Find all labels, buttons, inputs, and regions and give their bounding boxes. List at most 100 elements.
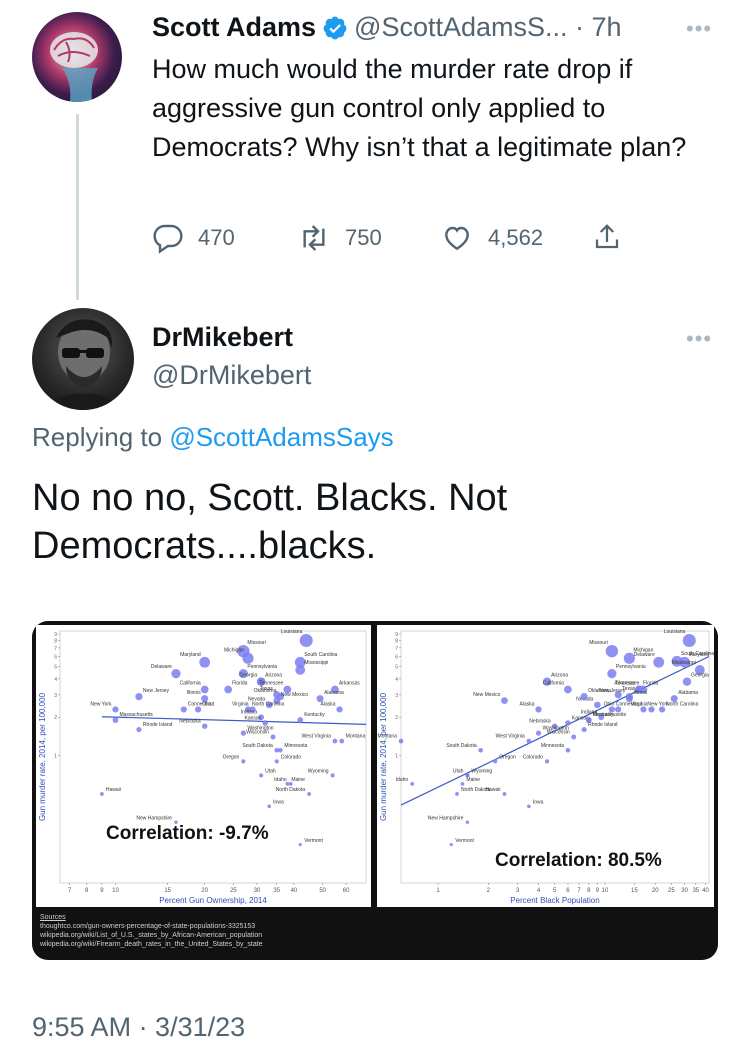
data-point bbox=[526, 738, 532, 744]
more-icon[interactable]: ••• bbox=[686, 326, 712, 352]
data-point bbox=[112, 706, 119, 713]
data-point bbox=[502, 792, 507, 796]
replying-to-link[interactable]: @ScottAdamsSays bbox=[169, 422, 393, 452]
point-label: Mississippi bbox=[672, 660, 696, 666]
x-tick-label: 20 bbox=[652, 888, 659, 894]
attached-image[interactable]: 9 8 7 6 5 4 3 2 1 7 8 9 10 15 20 25 30 35 40 50 60 Louisiana M… bbox=[32, 621, 718, 960]
point-label: Vermont bbox=[304, 838, 323, 844]
point-label: Minnesota bbox=[284, 743, 307, 749]
x-tick-label: 35 bbox=[273, 888, 280, 894]
point-label: Iowa bbox=[273, 800, 284, 806]
x-tick-label: 40 bbox=[291, 888, 298, 894]
point-label: Oregon bbox=[499, 754, 516, 760]
point-label: Louisiana bbox=[281, 629, 303, 635]
avatar-drmikebert[interactable] bbox=[32, 308, 134, 410]
x-tick-label: 1 bbox=[436, 888, 440, 894]
y-axis-title: Gun murder rate, 2014, per 100,000 bbox=[379, 692, 388, 821]
point-label: New Mexico bbox=[473, 692, 500, 698]
point-label: South Dakota bbox=[446, 743, 477, 749]
data-point bbox=[270, 734, 276, 740]
point-label: Maine bbox=[466, 777, 480, 783]
x-tick-label: 6 bbox=[566, 888, 570, 894]
data-point bbox=[493, 759, 498, 764]
x-tick-label: 2 bbox=[487, 888, 491, 894]
author-name[interactable]: DrMikebert bbox=[152, 322, 293, 353]
point-label: New Jersey bbox=[599, 688, 626, 694]
retweet-icon bbox=[303, 225, 325, 251]
x-tick-label: 7 bbox=[577, 888, 581, 894]
data-point bbox=[682, 677, 692, 686]
x-tick-label: 50 bbox=[319, 888, 326, 894]
data-point bbox=[581, 726, 587, 733]
data-point bbox=[135, 693, 143, 701]
reply-button[interactable]: 470 bbox=[152, 222, 235, 254]
y-tick-label: 2 bbox=[395, 715, 398, 721]
data-point bbox=[259, 773, 264, 778]
more-icon[interactable]: ••• bbox=[686, 16, 712, 42]
y-tick-label: 9 bbox=[395, 632, 398, 638]
point-label: Wyoming bbox=[308, 768, 329, 774]
plot-frame bbox=[400, 630, 710, 884]
point-label: Minnesota bbox=[541, 743, 564, 749]
data-point bbox=[330, 773, 335, 778]
thread-line bbox=[76, 114, 79, 300]
x-tick-label: 9 bbox=[100, 888, 104, 894]
data-point bbox=[527, 804, 531, 809]
avatar-scott-adams[interactable] bbox=[32, 12, 122, 102]
point-label: New York bbox=[647, 701, 669, 707]
data-point bbox=[241, 759, 246, 764]
data-point bbox=[594, 701, 601, 709]
point-label: Alabama bbox=[324, 690, 344, 696]
point-label: Ohio bbox=[604, 701, 615, 707]
point-label: Oregon bbox=[223, 754, 240, 760]
y-tick-label: 5 bbox=[54, 665, 57, 671]
point-label: Georgia bbox=[239, 672, 257, 678]
point-label: South Carolina bbox=[304, 652, 337, 658]
retweet-button[interactable]: 750 bbox=[297, 222, 382, 254]
data-point bbox=[199, 656, 211, 668]
y-tick-label: 8 bbox=[395, 639, 398, 645]
point-label: Mississippi bbox=[304, 660, 328, 666]
replying-to: Replying to @ScottAdamsSays bbox=[32, 422, 394, 453]
y-tick-label: 6 bbox=[54, 654, 57, 660]
tweet1-text: How much would the murder rate drop if a… bbox=[152, 54, 687, 162]
point-label: Missouri bbox=[589, 640, 608, 646]
chart-black-population: 9876543211 2 3 4 5 6 7 8 9 10 15 20 25 30 35 40Missouri… bbox=[378, 629, 714, 905]
author-name[interactable]: Scott Adams bbox=[152, 12, 316, 43]
tweet-timestamp[interactable]: 9:55 AM · 3/31/23 bbox=[32, 1012, 245, 1043]
replying-to-prefix: Replying to bbox=[32, 422, 170, 452]
point-label: Michigan bbox=[633, 648, 653, 654]
data-point bbox=[410, 781, 415, 786]
point-label: Idaho bbox=[274, 777, 287, 783]
point-label: Idaho bbox=[396, 777, 409, 783]
point-label: Arizona bbox=[265, 672, 282, 678]
point-label: Maryland bbox=[689, 652, 710, 658]
author-handle-time[interactable]: @ScottAdamsS... · 7h bbox=[354, 12, 622, 43]
share-button[interactable] bbox=[592, 220, 636, 254]
x-axis-title: Percent Gun Ownership, 2014 bbox=[159, 896, 267, 905]
y-tick-label: 5 bbox=[395, 665, 398, 671]
sources-block: Sources thoughtco.com/gun-owners-percent… bbox=[40, 913, 263, 949]
data-point bbox=[623, 652, 635, 664]
data-point bbox=[180, 706, 187, 713]
y-tick-label: 4 bbox=[54, 677, 57, 683]
data-point bbox=[571, 734, 577, 740]
data-point bbox=[580, 693, 588, 701]
data-point bbox=[565, 748, 571, 753]
chart-gun-ownership: 9876543217 8 9 10 15 20 25 30 35 40 50 60LouisianaM… bbox=[38, 629, 367, 905]
point-label: Pennsylvania bbox=[247, 664, 277, 670]
y-tick-label: 7 bbox=[54, 646, 57, 652]
data-point bbox=[171, 668, 181, 679]
data-point bbox=[99, 792, 104, 796]
reply-icon bbox=[153, 224, 183, 254]
point-label: Delaware bbox=[151, 664, 172, 670]
point-label: Oklahoma bbox=[254, 688, 277, 694]
point-label: Massachusetts bbox=[119, 712, 153, 718]
like-button[interactable]: 4,562 bbox=[440, 222, 543, 254]
author-handle[interactable]: @DrMikebert bbox=[152, 360, 311, 391]
x-tick-label: 3 bbox=[516, 888, 520, 894]
x-tick-label: 10 bbox=[602, 888, 609, 894]
data-point bbox=[242, 652, 254, 664]
correlation-annotation: Correlation: 80.5% bbox=[495, 850, 662, 871]
point-label: Massachusetts bbox=[593, 712, 627, 718]
